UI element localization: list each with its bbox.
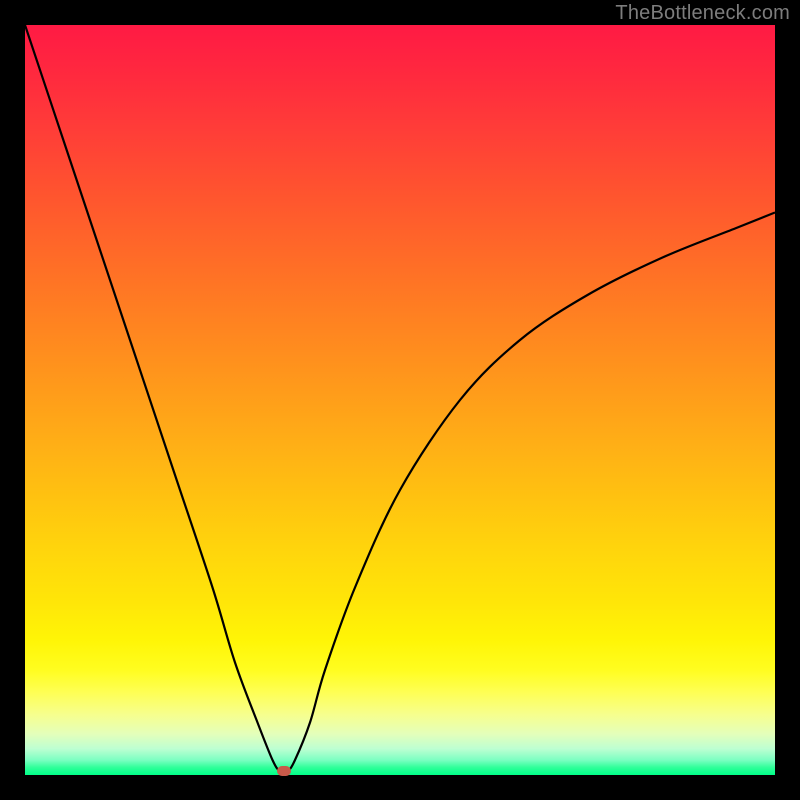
bottleneck-curve: [25, 25, 775, 775]
optimal-point-marker: [277, 766, 291, 776]
watermark-text: TheBottleneck.com: [615, 2, 790, 25]
chart-frame: TheBottleneck.com: [0, 0, 800, 800]
plot-area: [25, 25, 775, 775]
